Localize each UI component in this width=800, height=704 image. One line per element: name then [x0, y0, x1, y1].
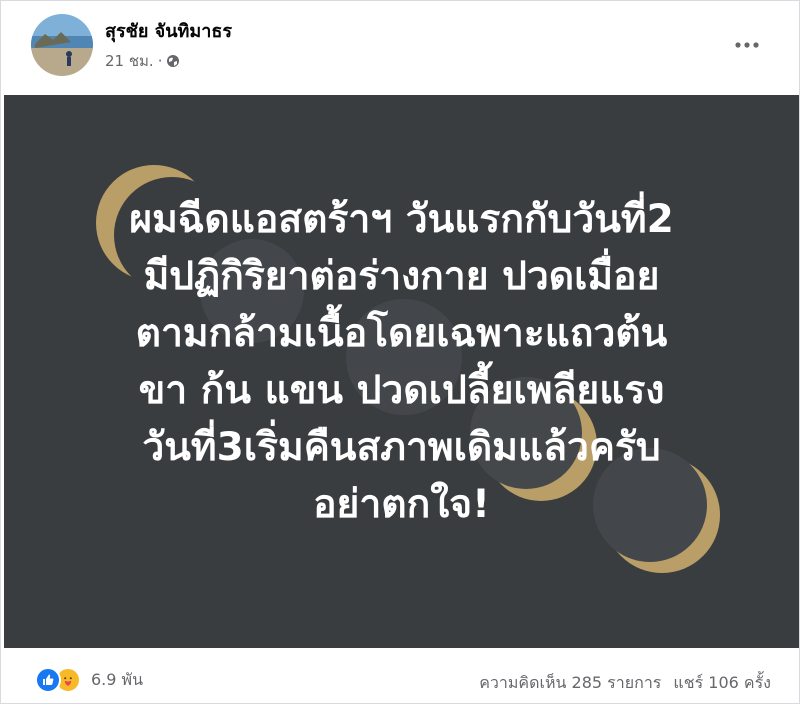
card-text-line: ตามกล้ามเนื้อโดยเฉพาะแถวต้น: [135, 311, 668, 356]
post-footer: 6.9 พัน ความคิดเห็น 285 รายการ แชร์ 106 …: [1, 651, 799, 703]
engagement-stats: ความคิดเห็น 285 รายการ แชร์ 106 ครั้ง: [479, 671, 771, 696]
card-text-line: อย่าตกใจ!: [313, 482, 490, 527]
comment-count-link[interactable]: ความคิดเห็น 285 รายการ: [479, 671, 661, 696]
avatar[interactable]: [31, 14, 93, 76]
card-text-line: มีปฏิกิริยาต่อร่างกาย ปวดเมื่อย: [143, 254, 660, 299]
post-card-text: ผมฉีดแอสตร้าฯ วันแรกกับวันที่2 มีปฏิกิริ…: [4, 191, 799, 533]
card-text-line: วันที่3เริ่มคืนสภาพเดิมแล้วครับ: [142, 425, 661, 470]
reaction-count: 6.9 พัน: [91, 669, 144, 689]
share-count-link[interactable]: แชร์ 106 ครั้ง: [673, 671, 771, 696]
post-meta: 21 ชม. ·: [105, 49, 180, 73]
more-options-button[interactable]: [729, 31, 765, 59]
like-icon: [35, 667, 61, 693]
globe-icon: [166, 54, 180, 68]
more-horizontal-icon: [735, 42, 759, 48]
author-name[interactable]: สุรชัย จันทิมาธร: [105, 16, 232, 45]
avatar-photo: [31, 14, 93, 76]
reactions-summary[interactable]: 6.9 พัน: [35, 667, 143, 693]
card-text-line: ผมฉีดแอสตร้าฯ วันแรกกับวันที่2: [129, 197, 674, 242]
card-text-line: ขา ก้น แขน ปวดเปลี้ยเพลียแรง: [138, 368, 665, 413]
post-image-card[interactable]: ผมฉีดแอสตร้าฯ วันแรกกับวันที่2 มีปฏิกิริ…: [4, 95, 799, 648]
post-header: สุรชัย จันทิมาธร 21 ชม. ·: [1, 1, 799, 95]
post-time[interactable]: 21 ชม.: [105, 49, 154, 73]
meta-separator: ·: [157, 52, 163, 70]
facebook-post: สุรชัย จันทิมาธร 21 ชม. · ผมฉีดแอสตร้าฯ …: [0, 0, 800, 704]
